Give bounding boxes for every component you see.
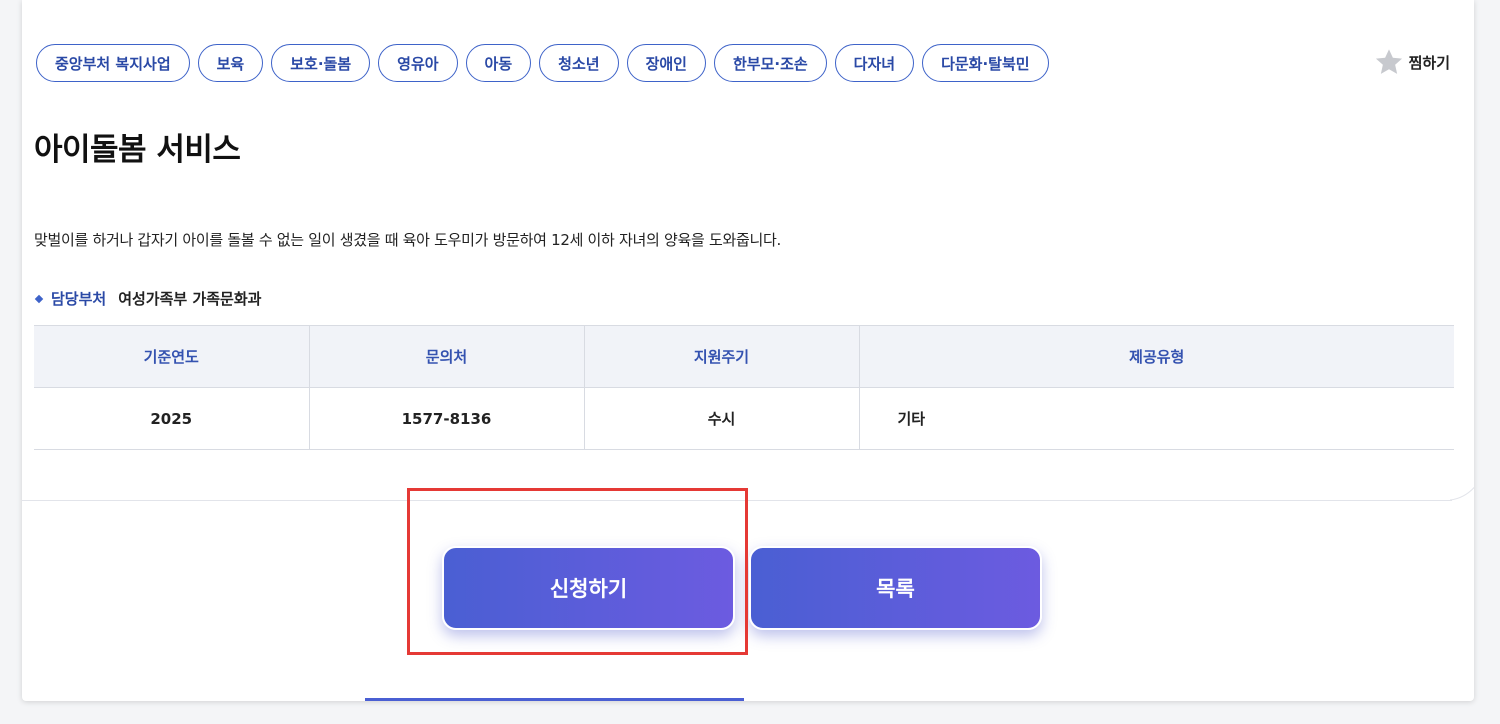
table-row: 2025 1577-8136 수시 기타 bbox=[34, 387, 1454, 450]
tag-multicultural[interactable]: 다문화·탈북민 bbox=[922, 44, 1049, 82]
header-contact: 문의처 bbox=[309, 325, 585, 388]
tag-youth[interactable]: 청소년 bbox=[539, 44, 619, 82]
table-header-row: 기준연도 문의처 지원주기 제공유형 bbox=[34, 325, 1454, 388]
active-indicator bbox=[365, 698, 744, 701]
category-tags: 중앙부처 복지사업 보육 보호·돌봄 영유아 아동 청소년 장애인 한부모·조손… bbox=[36, 44, 1049, 82]
diamond-bullet-icon bbox=[34, 294, 44, 304]
service-description: 맞벌이를 하거나 갑자기 아이를 돌볼 수 없는 일이 생겼을 때 육아 도우미… bbox=[34, 231, 781, 249]
tag-child[interactable]: 아동 bbox=[465, 44, 532, 82]
department-info: 담당부처 여성가족부 가족문화과 bbox=[34, 288, 262, 309]
department-value: 여성가족부 가족문화과 bbox=[118, 290, 262, 308]
header-provision-type: 제공유형 bbox=[859, 325, 1454, 388]
header-base-year: 기준연도 bbox=[34, 325, 310, 388]
list-button[interactable]: 목록 bbox=[749, 546, 1042, 630]
divider-curve bbox=[1450, 486, 1474, 501]
tag-protection-care[interactable]: 보호·돌봄 bbox=[271, 44, 371, 82]
header-support-cycle: 지원주기 bbox=[584, 325, 860, 388]
favorite-label: 찜하기 bbox=[1408, 53, 1450, 72]
tag-childcare[interactable]: 보육 bbox=[197, 44, 264, 82]
highlight-box bbox=[407, 488, 748, 655]
cell-support-cycle: 수시 bbox=[584, 387, 860, 450]
tag-infant[interactable]: 영유아 bbox=[378, 44, 458, 82]
cell-base-year: 2025 bbox=[34, 387, 310, 450]
favorite-button[interactable]: 찜하기 bbox=[1373, 46, 1450, 78]
department-label: 담당부처 bbox=[51, 290, 107, 308]
tag-single-parent[interactable]: 한부모·조손 bbox=[713, 44, 827, 82]
tag-central-welfare[interactable]: 중앙부처 복지사업 bbox=[36, 44, 190, 82]
page-title: 아이돌봄 서비스 bbox=[34, 132, 241, 168]
info-table: 기준연도 문의처 지원주기 제공유형 2025 1577-8136 수시 기타 bbox=[34, 325, 1454, 450]
cell-contact: 1577-8136 bbox=[309, 387, 585, 450]
tag-multi-child[interactable]: 다자녀 bbox=[834, 44, 915, 82]
service-detail-card: 중앙부처 복지사업 보육 보호·돌봄 영유아 아동 청소년 장애인 한부모·조손… bbox=[22, 0, 1474, 701]
star-icon bbox=[1375, 49, 1402, 74]
tag-disabled[interactable]: 장애인 bbox=[626, 44, 706, 82]
cell-provision-type: 기타 bbox=[859, 387, 1454, 450]
